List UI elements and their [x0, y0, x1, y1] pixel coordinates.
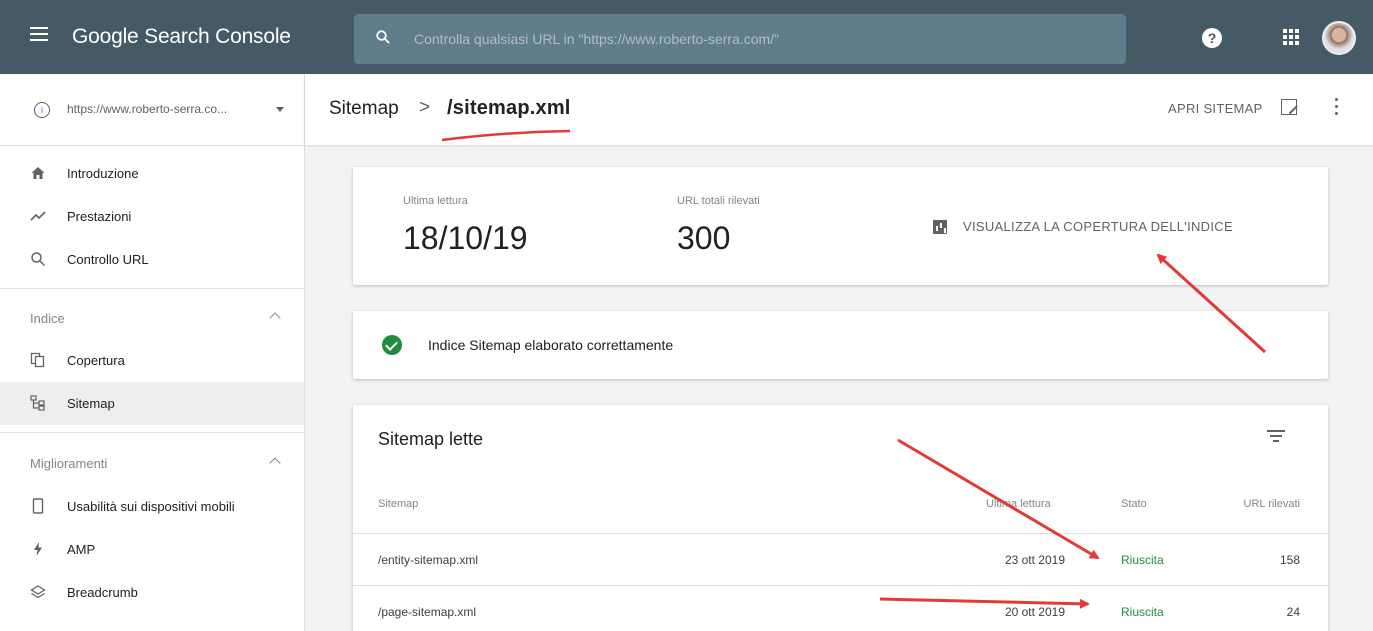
- sidebar-item-label: Introduzione: [67, 166, 139, 181]
- sidebar-item-label: Copertura: [67, 353, 125, 368]
- sitemaps-read-card: Sitemap lette Sitemap Ultima lettura Sta…: [353, 405, 1328, 631]
- more-vert-icon[interactable]: [1335, 98, 1339, 116]
- sidebar-divider: [0, 432, 304, 433]
- breadcrumb-separator: >: [419, 97, 431, 118]
- sidebar-item-controllo-url[interactable]: Controllo URL: [0, 238, 304, 281]
- total-urls-label: URL totali rilevati: [677, 195, 760, 207]
- check-circle-icon: [382, 335, 402, 355]
- last-read-label: Ultima lettura: [403, 195, 468, 207]
- trending-up-icon: [30, 211, 46, 221]
- home-icon: [31, 167, 45, 179]
- sidebar-item-usabilita-mobile[interactable]: Usabilità sui dispositivi mobili: [0, 485, 304, 528]
- sidebar-item-label: Breadcrumb: [67, 585, 138, 600]
- sidebar-item-prestazioni[interactable]: Prestazioni: [0, 195, 304, 238]
- section-indice[interactable]: Indice: [0, 297, 304, 341]
- property-selector[interactable]: i https://www.roberto-serra.co...: [0, 74, 305, 146]
- filter-icon[interactable]: [1267, 430, 1285, 442]
- last-read-value: 18/10/19: [403, 220, 528, 256]
- page-title: /sitemap.xml: [447, 97, 571, 119]
- status-message: Indice Sitemap elaborato correttamente: [428, 337, 674, 353]
- breadcrumb-parent[interactable]: Sitemap: [329, 98, 399, 120]
- apps-grid-icon[interactable]: [1283, 29, 1299, 45]
- cell-urls: 24: [1286, 605, 1300, 619]
- sidebar-item-label: AMP: [67, 542, 96, 557]
- property-info-icon: i: [34, 102, 50, 118]
- phone-icon: [32, 498, 44, 514]
- status-card: Indice Sitemap elaborato correttamente: [353, 311, 1328, 379]
- table-row[interactable]: /page-sitemap.xml 20 ott 2019 Riuscita 2…: [353, 585, 1328, 631]
- table-title: Sitemap lette: [378, 429, 484, 449]
- column-header-status[interactable]: Stato: [1121, 498, 1147, 510]
- sitemap-summary-card: Ultima lettura 18/10/19 URL totali rilev…: [353, 167, 1328, 285]
- total-urls-value: 300: [677, 220, 731, 256]
- page-header: Sitemap > /sitemap.xml APRI SITEMAP: [305, 74, 1373, 146]
- main-content: Ultima lettura 18/10/19 URL totali rilev…: [305, 147, 1373, 631]
- section-miglioramenti[interactable]: Miglioramenti: [0, 442, 304, 486]
- top-app-bar: Google Search Console ?: [0, 0, 1373, 74]
- menu-icon[interactable]: [30, 27, 48, 41]
- sidebar-item-sitemap[interactable]: Sitemap: [0, 382, 304, 425]
- open-sitemap-button[interactable]: APRI SITEMAP: [1168, 101, 1263, 116]
- sidebar-item-label: Controllo URL: [67, 252, 149, 267]
- sidebar-item-copertura[interactable]: Copertura: [0, 339, 304, 382]
- section-label: Miglioramenti: [30, 456, 108, 471]
- column-header-last-read[interactable]: Ultima lettura: [986, 498, 1051, 510]
- sidebar: i https://www.roberto-serra.co... Introd…: [0, 74, 305, 631]
- chevron-up-icon: [269, 312, 281, 324]
- cell-status: Riuscita: [1121, 553, 1164, 567]
- cell-urls: 158: [1279, 553, 1300, 567]
- search-icon: [376, 30, 390, 44]
- cell-sitemap: /page-sitemap.xml: [378, 605, 477, 619]
- search-icon: [31, 252, 46, 267]
- avatar[interactable]: [1322, 21, 1356, 55]
- cell-sitemap: /entity-sitemap.xml: [378, 553, 479, 567]
- cell-last-read: 20 ott 2019: [1004, 605, 1065, 619]
- bolt-icon: [34, 542, 42, 556]
- url-inspection-search[interactable]: [354, 14, 1126, 64]
- sitemap-icon: [30, 395, 45, 411]
- search-input[interactable]: [414, 14, 1104, 64]
- chevron-up-icon: [269, 457, 281, 469]
- layers-icon: [30, 585, 46, 599]
- property-label: https://www.roberto-serra.co...: [67, 102, 228, 116]
- table-row[interactable]: /entity-sitemap.xml 23 ott 2019 Riuscita…: [353, 533, 1328, 585]
- cell-last-read: 23 ott 2019: [1004, 553, 1065, 567]
- cell-status: Riuscita: [1121, 605, 1164, 619]
- bar-chart-icon: [933, 220, 947, 234]
- sidebar-item-breadcrumb[interactable]: Breadcrumb: [0, 571, 304, 614]
- view-index-coverage-link[interactable]: VISUALIZZA LA COPERTURA DELL'INDICE: [963, 219, 1233, 234]
- help-icon[interactable]: ?: [1202, 28, 1222, 48]
- app-title[interactable]: Google Search Console: [72, 25, 291, 49]
- column-header-urls[interactable]: URL rilevati: [1208, 498, 1300, 510]
- caret-down-icon: [276, 107, 284, 112]
- sidebar-divider: [0, 288, 304, 289]
- open-in-new-icon[interactable]: [1281, 99, 1297, 115]
- sidebar-item-label: Prestazioni: [67, 209, 132, 224]
- sidebar-item-label: Sitemap: [67, 396, 115, 411]
- sidebar-item-amp[interactable]: AMP: [0, 528, 304, 571]
- sidebar-item-label: Usabilità sui dispositivi mobili: [67, 499, 235, 514]
- sidebar-item-introduzione[interactable]: Introduzione: [0, 152, 304, 195]
- column-header-sitemap[interactable]: Sitemap: [378, 498, 418, 510]
- section-label: Indice: [30, 311, 65, 326]
- pages-icon: [30, 352, 45, 368]
